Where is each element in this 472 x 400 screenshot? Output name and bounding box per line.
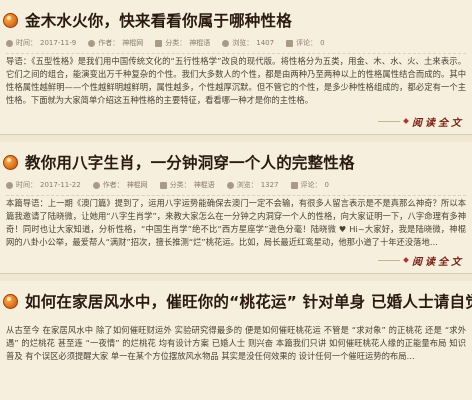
meta-comments-label: 评论： [300, 181, 322, 189]
meta-category-value[interactable]: 神棍语 [194, 180, 215, 190]
eye-icon [226, 181, 234, 189]
meta-comments-value[interactable]: 0 [325, 181, 329, 189]
user-icon [92, 181, 100, 189]
meta-author-label: 作者： [102, 181, 124, 189]
read-more-button[interactable]: 阅读全文 [378, 114, 464, 129]
read-more-label: 阅读全文 [412, 256, 464, 268]
meta-comments: 评论： 0 [286, 38, 325, 48]
meta-time-label: 时间： [16, 181, 37, 189]
article-excerpt: 本篇导语：上一期《澳门篇》提到了，运用八字运势能确保去澳门一定不会输，有很多人留… [6, 198, 466, 247]
article-card: 如何在家居风水中，催旺你的“桃花运” 针对单身 已婚人士请自觉 从古至今 在家居… [0, 281, 472, 400]
meta-comments-label: 评论： [296, 39, 318, 47]
meta-author: 作者： 神棍网 [88, 38, 143, 48]
meta-comments-value[interactable]: 0 [320, 39, 324, 47]
read-more-label: 阅读全文 [412, 117, 464, 129]
article-list: 金木水火你，快来看看你属于哪种性格 时间： 2017-11-9 作者： 神棍网 … [0, 0, 472, 400]
meta-views-label: 浏览： [236, 181, 258, 189]
article-card: 金木水火你，快来看看你属于哪种性格 时间： 2017-11-9 作者： 神棍网 … [0, 0, 472, 135]
meta-time: 时间： 2017-11-22 [6, 180, 81, 190]
meta-category: 分类： 神棍语 [159, 180, 215, 190]
article-title-link[interactable]: 如何在家居风水中，催旺你的“桃花运” 针对单身 已婚人士请自觉 [25, 290, 472, 312]
meta-category: 分类： 神棍语 [155, 38, 210, 48]
read-more-button[interactable]: 阅读全文 [378, 253, 464, 268]
article-title-link[interactable]: 教你用八字生肖，一分钟洞穿一个人的完整性格 [25, 151, 355, 173]
meta-time: 时间： 2017-11-9 [6, 38, 76, 48]
meta-category-label: 分类： [165, 39, 187, 47]
meta-time-label: 时间： [16, 39, 37, 47]
divider-line [378, 259, 400, 261]
meta-author-label: 作者： [98, 39, 120, 47]
meta-author-value[interactable]: 神棍网 [122, 38, 143, 48]
divider-line [378, 120, 400, 122]
meta-comments: 评论： 0 [290, 180, 329, 190]
meta-time-value: 2017-11-9 [40, 39, 77, 47]
fire-bullet-icon [3, 154, 18, 170]
fire-bullet-icon [3, 293, 18, 309]
diamond-ornament-icon [403, 118, 409, 124]
folder-icon [155, 39, 163, 47]
meta-views: 浏览： 1407 [222, 38, 274, 48]
eye-icon [222, 39, 230, 47]
article-meta: 时间： 2017-11-22 作者： 神棍网 分类： 神棍语 浏览： 1327 … [6, 178, 466, 196]
article-card: 教你用八字生肖，一分钟洞穿一个人的完整性格 时间： 2017-11-22 作者：… [0, 142, 472, 274]
meta-author: 作者： 神棍网 [92, 180, 148, 190]
meta-category-label: 分类： [169, 181, 191, 189]
meta-views-label: 浏览： [232, 39, 254, 47]
folder-icon [159, 181, 167, 189]
fire-bullet-icon [3, 12, 18, 28]
article-excerpt: 从古至今 在家居风水中 除了如何催旺财运外 实验研究得最多的 便是如何催旺桃花运… [6, 325, 466, 361]
article-title-link[interactable]: 金木水火你，快来看看你属于哪种性格 [25, 9, 292, 31]
diamond-ornament-icon [403, 257, 409, 263]
article-title-row: 如何在家居风水中，催旺你的“桃花运” 针对单身 已婚人士请自觉 [3, 289, 472, 313]
article-title-row: 教你用八字生肖，一分钟洞穿一个人的完整性格 [3, 150, 468, 174]
meta-time-value: 2017-11-22 [40, 181, 81, 189]
article-excerpt: 导语：《五型性格》是我们用中国传统文化的“五行性格学”改良的现代版。将性格分为五… [6, 56, 466, 105]
meta-category-value[interactable]: 神棍语 [189, 38, 210, 48]
meta-views: 浏览： 1327 [226, 180, 279, 190]
meta-author-value[interactable]: 神棍网 [127, 180, 148, 190]
user-icon [88, 39, 96, 47]
clock-icon [6, 181, 13, 189]
comment-icon [290, 181, 298, 189]
clock-icon [6, 39, 13, 47]
meta-views-value: 1407 [256, 39, 275, 47]
article-meta: 时间： 2017-11-9 作者： 神棍网 分类： 神棍语 浏览： 1407 评… [6, 36, 466, 54]
meta-views-value: 1327 [260, 181, 279, 189]
article-title-row: 金木水火你，快来看看你属于哪种性格 [3, 8, 468, 32]
comment-icon [286, 39, 294, 47]
